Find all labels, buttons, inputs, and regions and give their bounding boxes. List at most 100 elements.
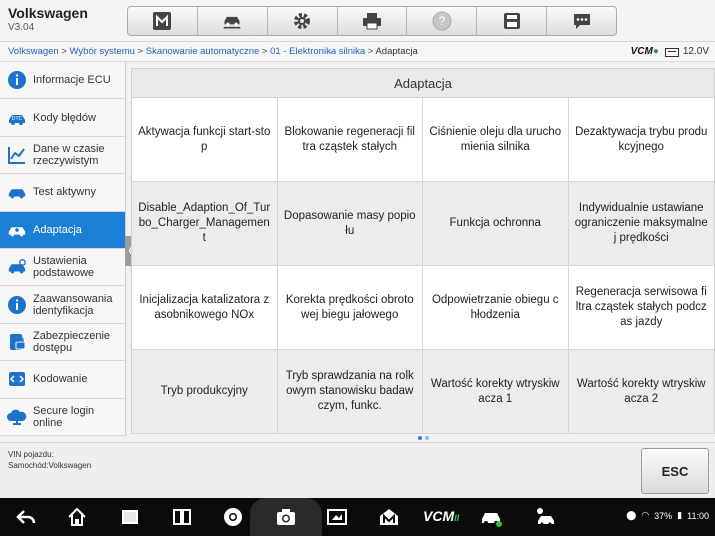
function-tile[interactable]: Disable_Adaption_Of_Turbo_Charger_Manage… [132,182,278,266]
settings-button[interactable] [268,7,338,35]
car-test-icon [7,182,27,202]
app-window: Volkswagen V3.04 ? Volkswagen > Wybór sy… [0,0,715,536]
function-tile[interactable]: Funkcja ochronna [423,182,569,266]
chrome-icon [224,508,242,526]
sidebar-item-label: Zabezpieczenie dostępu [33,329,111,354]
breadcrumb-item-auto-scan[interactable]: Skanowanie automatyczne [146,46,260,57]
clock: 11:00 [687,510,709,521]
dtc-icon: DTC [7,108,27,128]
function-tile[interactable]: Dezaktywacja trybu produkcyjnego [568,98,714,182]
sidebar-item-ecu-info[interactable]: Informacje ECU [0,62,125,100]
home-button[interactable] [128,7,198,35]
breadcrumb-current: Adaptacja [375,46,418,57]
recent-apps-button[interactable] [116,504,144,530]
function-tile[interactable]: Blokowanie regeneracji filtra cząstek st… [277,98,423,182]
camera-icon [277,509,295,525]
function-tile[interactable]: Dopasowanie masy popiołu [277,182,423,266]
breadcrumb-item-make[interactable]: Volkswagen [8,46,59,57]
brand-block: Volkswagen V3.04 [8,5,88,33]
printer-icon [363,13,381,30]
screen-capture-button[interactable] [323,504,351,530]
app-version: V3.04 [8,22,35,33]
screen-capture-icon [327,509,347,525]
chart-icon [7,145,27,165]
home-nav-button[interactable] [63,504,91,530]
sidebar-item-label: Dane w czasie rzeczywistym [33,142,105,167]
info-icon [7,70,27,90]
battery-level: 37% [654,510,673,521]
function-tile[interactable]: Indywidualnie ustawiane ograniczenie mak… [568,182,714,266]
breadcrumb-item-system-select[interactable]: Wybór systemu [70,46,135,57]
breadcrumb-separator: > [134,46,146,57]
breadcrumb-separator: > [58,46,70,57]
split-screen-button[interactable] [168,504,196,530]
function-tile[interactable]: Wartość korekty wtryskiwacza 2 [568,350,714,434]
vehicle-info-footer: VIN pojazdu: Samochód:Volkswagen ESC [0,442,715,498]
vin-label: VIN pojazdu: [8,450,54,459]
sidebar-item-active-test[interactable]: Test aktywny [0,174,125,212]
esc-button[interactable]: ESC [641,448,709,494]
function-tile[interactable]: Korekta prędkości obrotowej biegu jałowe… [277,266,423,350]
breadcrumb-item-engine-ecu[interactable]: 01 - Elektronika silnika [270,46,365,57]
vehicle-lift-button[interactable] [198,7,268,35]
car-settings-icon [7,257,27,277]
sidebar-item-label: Adaptacja [33,223,82,236]
wifi-icon: ◠ [641,510,650,520]
print-button[interactable] [338,7,408,35]
vehicle-connection-button[interactable] [477,504,505,530]
browser-button[interactable] [219,504,247,530]
connection-status: VCM● 12.0V [631,42,709,62]
back-button[interactable] [12,504,40,530]
sidebar-item-secure-login[interactable]: Secure login online [0,399,125,436]
breadcrumb: Volkswagen > Wybór systemu > Skanowanie … [0,42,715,62]
sidebar-item-label: Test aktywny [33,186,96,199]
split-screen-icon [173,509,191,525]
breadcrumb-separator: > [365,46,376,57]
battery-voltage: 12.0V [682,46,709,57]
sidebar-item-advanced-id[interactable]: Zaawansowania identyfikacja [0,286,125,324]
function-tile[interactable]: Wartość korekty wtryskiwacza 1 [423,350,569,434]
vcm-connection-icon[interactable]: VCMII [423,508,459,524]
function-tile[interactable]: Ciśnienie oleju dla uruchomienia silnika [423,98,569,182]
sidebar-item-label: Kodowanie [33,373,88,386]
sidebar-item-dtc[interactable]: DTC Kody błędów [0,99,125,137]
gear-icon [294,13,311,29]
svg-text:DTC: DTC [12,116,23,122]
panel-title: Adaptacja [132,69,714,98]
sidebar-item-adaptation[interactable]: Adaptacja [0,211,125,249]
function-tile[interactable]: Tryb produkcyjny [132,350,278,434]
function-tile[interactable]: Tryb sprawdzania na rolkowym stanowisku … [277,350,423,434]
system-status: ⬤ ◠ 37% ▮ 11:00 [626,510,709,521]
help-icon: ? [432,11,452,31]
sidebar-item-label: Ustawienia podstawowe [33,255,95,280]
save-button[interactable] [477,7,548,35]
lock-icon [7,332,27,352]
home-icon [68,507,86,526]
sidebar-item-label: Kody błędów [33,111,96,124]
function-grid: Aktywacja funkcji start-stop Blokowanie … [132,98,714,434]
battery-icon: ▮ [677,510,683,520]
remote-expert-button[interactable] [530,504,558,530]
function-tile[interactable]: Inicjalizacja katalizatora zasobnikowego… [132,266,278,350]
help-button[interactable]: ? [407,7,478,35]
function-tile[interactable]: Aktywacja funkcji start-stop [132,98,278,182]
sidebar-item-label: Informacje ECU [33,74,111,87]
maxisys-home-button[interactable] [375,504,403,530]
top-header: Volkswagen V3.04 ? [0,0,715,42]
message-button[interactable] [547,7,616,35]
sidebar-item-basic-settings[interactable]: Ustawienia podstawowe [0,249,125,287]
sidebar-item-coding[interactable]: Kodowanie [0,361,125,399]
system-nav-bar: VCMII ⬤ ◠ 37% ▮ 11:00 [0,498,715,536]
function-tile[interactable]: Odpowietrzanie obiegu chłodzenia [423,266,569,350]
adaptation-panel: Adaptacja Aktywacja funkcji start-stop B… [131,68,715,434]
screenshot-button[interactable] [250,498,322,536]
sidebar-item-access-security[interactable]: Zabezpieczenie dostępu [0,324,125,362]
message-icon [573,14,590,29]
battery-voltage-icon [664,47,679,57]
home-icon [153,12,172,30]
function-tile[interactable]: Regeneracja serwisowa filtra cząstek sta… [568,266,714,350]
remote-car-icon [537,508,554,526]
sidebar-item-live-data[interactable]: Dane w czasie rzeczywistym [0,137,125,175]
car-adapt-icon [7,220,27,240]
save-icon [503,13,520,29]
